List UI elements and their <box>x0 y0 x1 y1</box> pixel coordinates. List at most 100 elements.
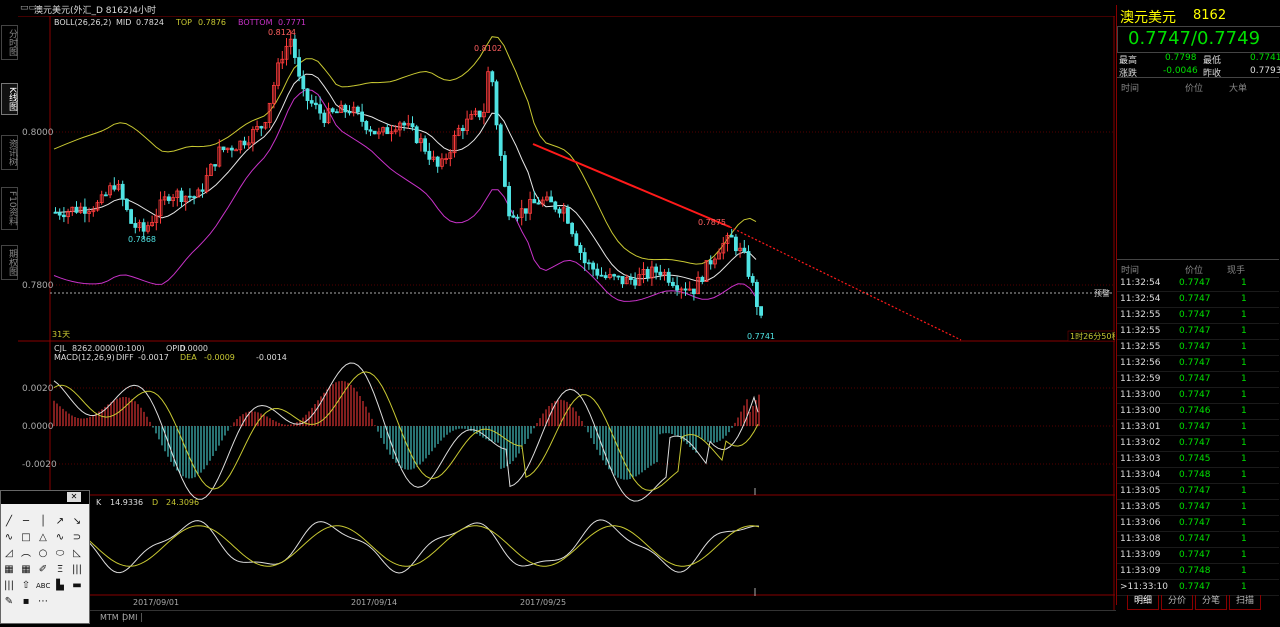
tick-volume: 1 <box>1241 390 1247 400</box>
drawing-tool-icon[interactable]: ╱ <box>2 515 16 529</box>
drawing-tool-icon[interactable]: │ <box>36 515 50 529</box>
tab-details[interactable]: 明细 <box>1127 595 1160 610</box>
tick-time: 11:33:08 <box>1120 534 1161 544</box>
chart-title-bar: ▭▭ 澳元美元(外汇_D 8162)4小时 <box>18 0 1115 16</box>
tick-price: 0.7745 <box>1179 454 1211 464</box>
tab-f10[interactable]: F10资料 <box>1 187 18 230</box>
drawing-tool-icon[interactable]: ⇧ <box>19 579 33 593</box>
tick-price: 0.7748 <box>1179 566 1211 576</box>
tick-time: 11:33:05 <box>1120 502 1161 512</box>
drawing-tool-icon[interactable]: ▙ <box>53 579 67 593</box>
tick-row: 11:33:02 0.7747 1 <box>1117 435 1279 452</box>
tick-volume: 1 <box>1241 550 1247 560</box>
candle-body <box>599 274 604 277</box>
drawing-tool-icon[interactable]: ▪ <box>19 595 33 609</box>
candle-body <box>301 75 306 90</box>
boll-bottom-label: BOTTOM <box>238 18 273 27</box>
tick-price: 0.7747 <box>1179 518 1211 528</box>
tick-volume: 1 <box>1241 566 1247 576</box>
drawing-tool-icon[interactable]: ✎ <box>2 595 16 609</box>
k-value: 14.9336 <box>110 498 143 507</box>
candle-body <box>536 202 541 205</box>
drawing-tool-icon[interactable]: ︵ <box>19 547 33 561</box>
candle-body <box>603 275 608 279</box>
tab-dmi[interactable]: DMI <box>118 613 143 622</box>
drawing-tool-icon[interactable]: ||| <box>2 579 16 593</box>
tab-scan[interactable]: 扫描 <box>1229 595 1262 610</box>
drawing-tool-icon[interactable]: ▦ <box>19 563 33 577</box>
boll-name: BOLL(26,26,2) <box>54 18 111 27</box>
drawing-tool-icon[interactable]: △ <box>36 531 50 545</box>
tab-news[interactable]: 资讯树 <box>1 135 18 170</box>
tick-time: 11:32:54 <box>1120 278 1161 288</box>
drawing-tool-icon[interactable]: ○ <box>36 547 50 561</box>
drawing-tool-icon[interactable]: ||| <box>70 563 84 577</box>
close-icon[interactable]: ✕ <box>67 492 81 502</box>
drawing-tool-icon[interactable]: Ξ <box>53 563 67 577</box>
tick-volume: 1 <box>1241 582 1247 592</box>
macd-y-tick-2: 0.0000 <box>22 422 54 432</box>
tab-ticks[interactable]: 分笔 <box>1195 595 1228 610</box>
candle-body <box>83 206 87 214</box>
candle-body <box>587 262 591 265</box>
tick-volume: 1 <box>1241 502 1247 512</box>
tick-volume: 1 <box>1241 278 1247 288</box>
drawing-tool-icon[interactable]: ✐ <box>36 563 50 577</box>
drawing-toolbox[interactable]: ✕ ╱ ─ │ ↗ ↘ ∿ □ △ ∿ ⊃ ◿ ︵ ○ ⬭ ◺ ▦ ▦ ✐ Ξ ||| ||| ⇧ ABC ▙ ▬ ✎ ▪ ⋯ <box>0 490 90 624</box>
candle-body <box>750 276 755 283</box>
tick-volume: 1 <box>1241 422 1247 432</box>
tab-options[interactable]: 期权图 <box>1 245 18 280</box>
tab-time-sharing[interactable]: 分时图 <box>1 25 18 60</box>
candle-body <box>385 127 390 135</box>
drawing-tool-icon[interactable]: ∿ <box>2 531 16 545</box>
tick-time: 11:33:03 <box>1120 454 1161 464</box>
macd-name: MACD(12,26,9) <box>54 353 115 362</box>
drawing-tool-icon[interactable]: ↗ <box>53 515 67 529</box>
drawing-tool-icon[interactable]: ▬ <box>70 579 84 593</box>
tick-price: 0.7747 <box>1179 486 1211 496</box>
candle-body <box>675 285 679 291</box>
tick-price: 0.7747 <box>1179 422 1211 432</box>
tick-volume: 1 <box>1241 294 1247 304</box>
drawing-tool-icon[interactable]: ─ <box>19 515 33 529</box>
tab-price-dist[interactable]: 分价 <box>1161 595 1194 610</box>
drawing-tool-icon[interactable]: ∿ <box>53 531 67 545</box>
candle-body <box>671 281 675 286</box>
drawing-tool-icon[interactable]: ⋯ <box>36 595 50 609</box>
candle-body <box>666 271 671 283</box>
tick-volume: 1 <box>1241 310 1247 320</box>
drawing-tool-icon[interactable]: ▦ <box>2 563 16 577</box>
drawing-tool-icon[interactable]: ↘ <box>70 515 84 529</box>
tick-row: 11:32:55 0.7747 1 <box>1117 307 1279 324</box>
tick-time: 11:33:01 <box>1120 422 1161 432</box>
drawing-tool-icon[interactable]: ◺ <box>70 547 84 561</box>
drawing-tool-icon[interactable]: ◿ <box>2 547 16 561</box>
candle-body <box>620 276 625 285</box>
boll-mid-value: 0.7824 <box>136 18 164 27</box>
drawing-tool-icon[interactable]: ⊃ <box>70 531 84 545</box>
tick-list[interactable]: 11:32:54 0.7747 1 11:32:54 0.7747 1 11:32:55 0.… <box>1117 275 1279 596</box>
tick-volume: 1 <box>1241 326 1247 336</box>
candle-body <box>616 275 621 278</box>
drawing-tool-icon[interactable]: ABC <box>36 579 50 593</box>
candle-body <box>502 155 507 187</box>
kline-chart[interactable]: 0.8000 0.7800 BOLL(26,26,2) MID 0.7824 T… <box>18 16 1115 610</box>
cjl-value: 8262.0000(0:100) <box>72 344 145 353</box>
quote-tabs: 明细 分价 分笔 扫描 <box>1117 595 1279 610</box>
candle-body <box>313 102 318 106</box>
candle-body <box>557 208 562 214</box>
tick-row: 11:33:04 0.7748 1 <box>1117 467 1279 484</box>
candle-body <box>734 236 738 252</box>
candle-body <box>654 266 658 273</box>
candle-body <box>595 268 600 276</box>
low-value: 0.7741 <box>1250 53 1280 63</box>
toolbox-titlebar[interactable]: ✕ <box>1 491 89 504</box>
drawing-tool-icon[interactable]: ⬭ <box>53 547 67 561</box>
tab-kline[interactable]: K线图 <box>1 83 18 115</box>
tick-row: 11:32:54 0.7747 1 <box>1117 291 1279 308</box>
symbol-code: 8162 <box>1193 8 1227 23</box>
macd-y-tick-1: 0.0020 <box>22 384 54 394</box>
drawing-tool-icon[interactable]: □ <box>19 531 33 545</box>
candle-body <box>360 111 365 122</box>
tick-time: 11:33:09 <box>1120 566 1161 576</box>
